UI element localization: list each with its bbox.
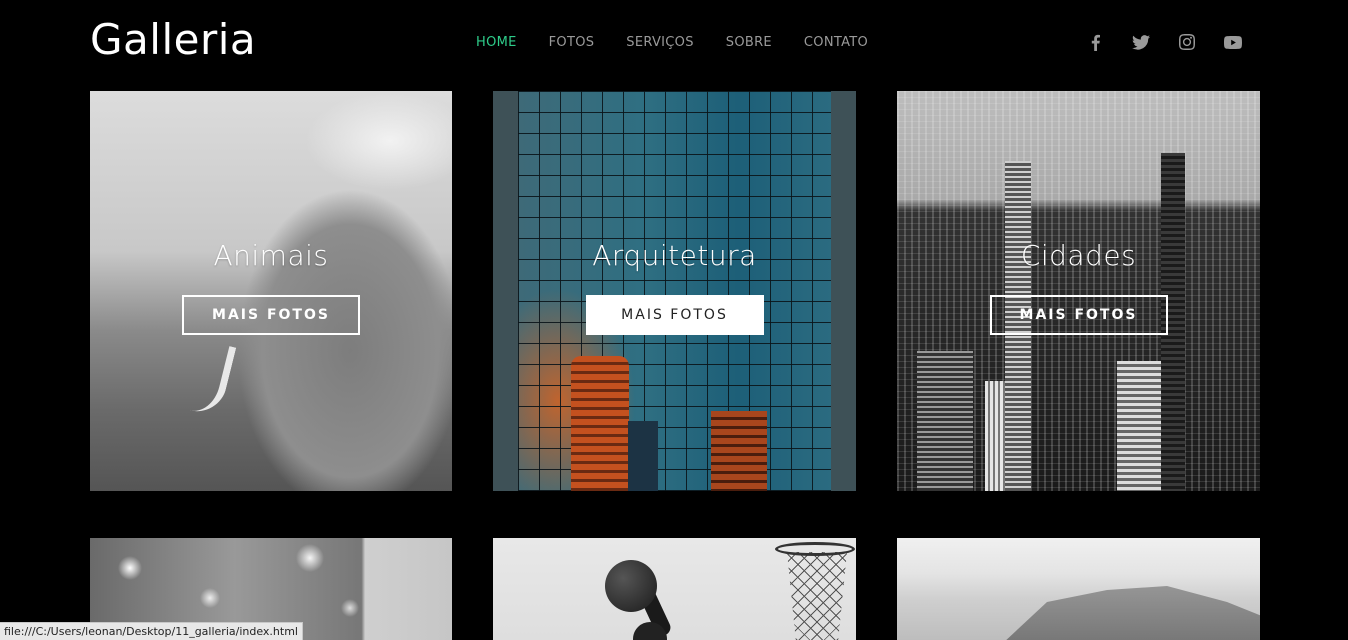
category-card-arquitetura[interactable]: Arquitetura MAIS FOTOS [493,91,856,491]
elephant-photo [90,91,452,491]
social-links [1083,30,1267,54]
nav-fotos[interactable]: FOTOS [549,33,595,53]
youtube-icon[interactable] [1221,30,1245,54]
nav-contato[interactable]: CONTATO [804,33,868,53]
category-card-row2-2[interactable] [493,538,856,640]
nav-servicos[interactable]: SERVIÇOS [626,33,693,53]
card-title: Cidades [1020,239,1137,272]
main-nav: HOME FOTOS SERVIÇOS SOBRE CONTATO [476,33,900,53]
mais-fotos-button[interactable]: MAIS FOTOS [585,295,764,335]
category-card-cidades[interactable]: Cidades MAIS FOTOS [897,91,1260,491]
mountain-photo [897,538,1260,640]
category-card-row2-3[interactable] [897,538,1260,640]
nav-home[interactable]: HOME [476,33,517,53]
card-title: Animais [213,239,329,272]
twitter-icon[interactable] [1129,30,1153,54]
site-logo[interactable]: Galleria [90,12,256,68]
category-card-animais[interactable]: Animais MAIS FOTOS [90,91,452,491]
instagram-icon[interactable] [1175,30,1199,54]
card-title: Arquitetura [592,239,757,272]
basketball-photo [493,538,856,640]
site-header: Galleria HOME FOTOS SERVIÇOS SOBRE CONTA… [0,0,1348,91]
nav-sobre[interactable]: SOBRE [726,33,772,53]
mais-fotos-button[interactable]: MAIS FOTOS [182,295,360,335]
mais-fotos-button[interactable]: MAIS FOTOS [989,295,1168,335]
building-photo [493,91,856,491]
facebook-icon[interactable] [1083,30,1107,54]
city-photo [897,91,1260,491]
browser-status-bar: file:///C:/Users/leonan/Desktop/11_galle… [0,622,303,640]
